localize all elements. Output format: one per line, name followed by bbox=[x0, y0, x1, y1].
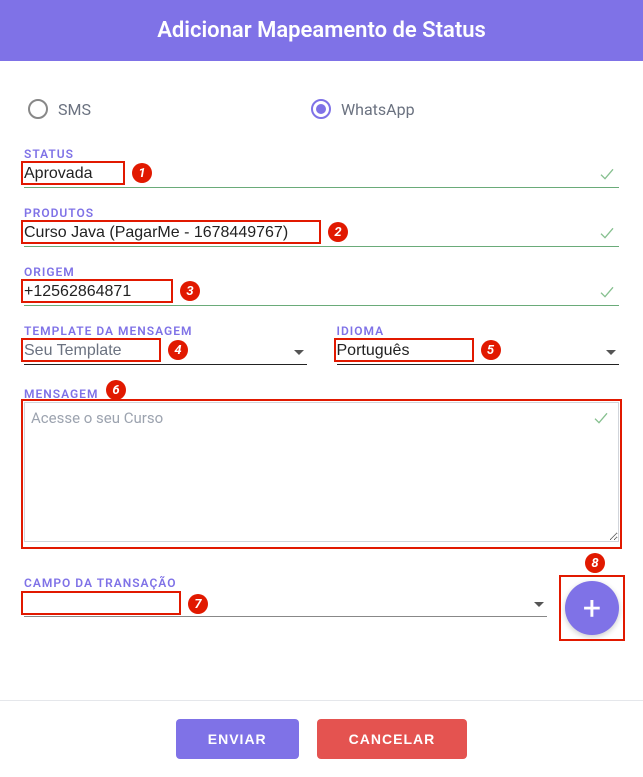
produtos-label: PRODUTOS bbox=[24, 206, 619, 220]
channel-radio-group: SMS WhatsApp bbox=[24, 99, 619, 119]
campo-transacao-field: CAMPO DA TRANSAÇÃO 7 bbox=[24, 576, 547, 617]
mensagem-field: MENSAGEM 6 bbox=[24, 383, 619, 546]
radio-sms-label: SMS bbox=[58, 100, 91, 119]
add-button[interactable]: + bbox=[565, 581, 619, 635]
campo-label: CAMPO DA TRANSAÇÃO bbox=[24, 576, 547, 590]
cancel-button[interactable]: CANCELAR bbox=[317, 719, 468, 759]
modal-title: Adicionar Mapeamento de Status bbox=[157, 18, 486, 43]
idioma-label: IDIOMA bbox=[337, 324, 620, 338]
chevron-down-icon bbox=[533, 601, 545, 609]
check-icon bbox=[597, 225, 617, 241]
template-select[interactable] bbox=[24, 338, 307, 365]
produtos-field: PRODUTOS 2 bbox=[24, 206, 619, 247]
idioma-select[interactable] bbox=[337, 338, 620, 365]
idioma-field: IDIOMA 5 bbox=[337, 324, 620, 365]
mensagem-textarea[interactable] bbox=[24, 402, 619, 542]
template-label: TEMPLATE DA MENSAGEM bbox=[24, 324, 307, 338]
chevron-down-icon bbox=[605, 349, 617, 357]
modal-content: SMS WhatsApp STATUS 1 PRODUTOS 2 ORIGEM … bbox=[0, 61, 643, 700]
check-icon bbox=[597, 166, 617, 182]
status-input[interactable] bbox=[24, 161, 619, 188]
chevron-down-icon bbox=[293, 349, 305, 357]
origem-input[interactable] bbox=[24, 279, 619, 306]
radio-whatsapp-label: WhatsApp bbox=[341, 100, 415, 119]
modal-header: Adicionar Mapeamento de Status bbox=[0, 0, 643, 61]
check-icon bbox=[591, 410, 611, 426]
modal-footer: ENVIAR CANCELAR bbox=[0, 700, 643, 777]
template-idioma-row: TEMPLATE DA MENSAGEM 4 IDIOMA 5 bbox=[24, 324, 619, 383]
origem-label: ORIGEM bbox=[24, 265, 619, 279]
status-field: STATUS 1 bbox=[24, 147, 619, 188]
template-field: TEMPLATE DA MENSAGEM 4 bbox=[24, 324, 307, 365]
origem-field: ORIGEM 3 bbox=[24, 265, 619, 306]
campo-select[interactable] bbox=[24, 590, 547, 617]
radio-sms[interactable]: SMS bbox=[28, 99, 91, 119]
status-label: STATUS bbox=[24, 147, 619, 161]
mensagem-label: MENSAGEM bbox=[24, 387, 98, 401]
check-icon bbox=[597, 284, 617, 300]
produtos-input[interactable] bbox=[24, 220, 619, 247]
send-button[interactable]: ENVIAR bbox=[176, 719, 299, 759]
radio-icon bbox=[28, 99, 48, 119]
radio-icon bbox=[311, 99, 331, 119]
transacao-row: CAMPO DA TRANSAÇÃO 7 + 8 bbox=[24, 576, 619, 635]
radio-whatsapp[interactable]: WhatsApp bbox=[311, 99, 415, 119]
